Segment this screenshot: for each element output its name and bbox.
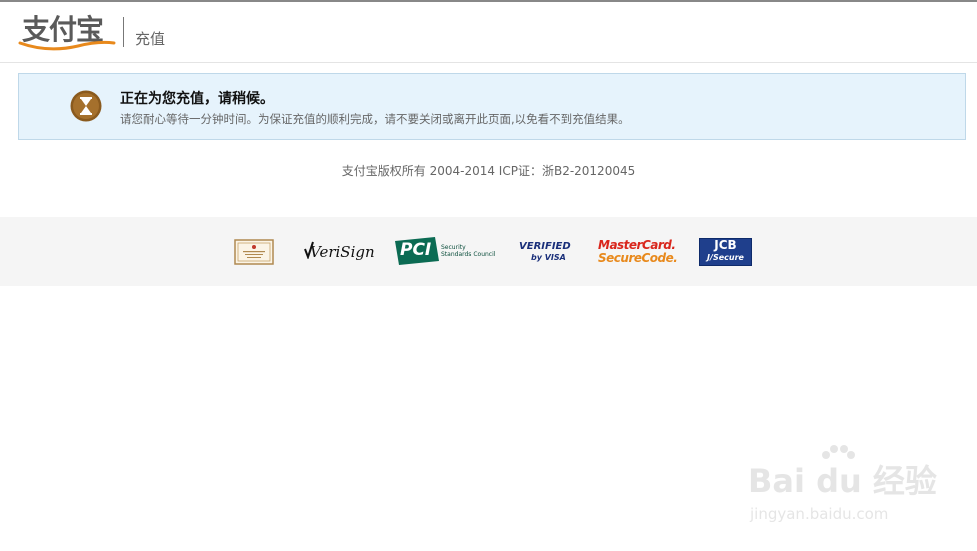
mastercard-text-2: SecureCode.: [598, 251, 678, 265]
verified-by-visa-badge[interactable]: VERIFIED by VISA: [518, 237, 571, 267]
logo-swoosh-icon: [18, 40, 116, 51]
status-notice: 正在为您充值，请稍候。 请您耐心等待一分钟时间。为保证充值的顺利完成，请不要关闭…: [18, 73, 966, 140]
pci-badge[interactable]: PCI Security Standards Council: [395, 237, 495, 267]
pci-main-text: PCI: [400, 240, 432, 260]
watermark-main-text: Bai du 经验: [748, 462, 937, 500]
hourglass-icon: [70, 90, 102, 122]
mastercard-text-1: MasterCard.: [598, 238, 676, 252]
mastercard-securecode-badge[interactable]: MasterCard. SecureCode.: [598, 237, 678, 267]
page-title: 充值: [135, 30, 166, 48]
header-divider: [123, 17, 124, 47]
certificate-icon[interactable]: [234, 237, 274, 267]
notice-title: 正在为您充值，请稍候。: [120, 91, 274, 107]
header: 支付宝 充值: [0, 2, 977, 63]
notice-subtitle: 请您耐心等待一分钟时间。为保证充值的顺利完成，请不要关闭或离开此页面,以免看不到…: [120, 112, 630, 126]
watermark-sub-text: jingyan.baidu.com: [750, 505, 889, 523]
visa-text-1: VERIFIED: [519, 241, 571, 252]
pci-sub-text-1: Security: [441, 244, 466, 251]
jcb-text-2: J/Secure: [707, 253, 744, 262]
verisign-badge[interactable]: VeriSign: [304, 237, 375, 267]
pci-sub-text-2: Standards Council: [441, 251, 496, 258]
jcb-text-1: JCB: [714, 238, 737, 252]
copyright-text: 支付宝版权所有 2004-2014 ICP证：浙B2-20120045: [341, 164, 636, 178]
verisign-text: VeriSign: [310, 243, 375, 261]
security-badges-bar: VeriSign PCI Security Standards Council …: [0, 217, 977, 286]
jcb-jsecure-badge[interactable]: JCB J/Secure: [699, 237, 752, 267]
alipay-logo[interactable]: 支付宝: [18, 13, 116, 51]
visa-text-2: by VISA: [531, 253, 566, 262]
baidu-jingyan-watermark: Bai du 经验 jingyan.baidu.com: [748, 445, 937, 535]
